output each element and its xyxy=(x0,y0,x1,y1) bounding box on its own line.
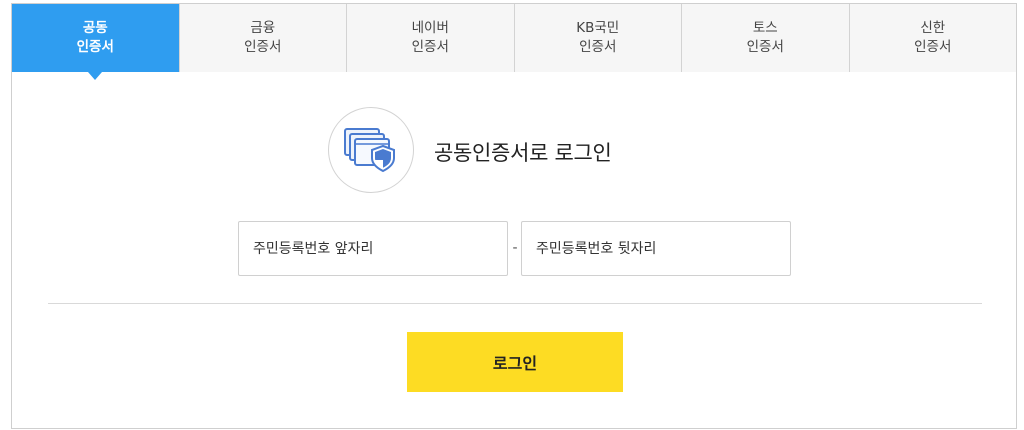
tab-label-line2: 인증서 xyxy=(244,39,282,55)
tab-label-line2: 인증서 xyxy=(746,39,784,55)
rrn-front-input[interactable] xyxy=(238,221,508,276)
tab-toss-certificate[interactable]: 토스 인증서 xyxy=(681,4,849,72)
certificate-tabs: 공동 인증서 금융 인증서 네이버 인증서 KB국민 인증서 토스 인증서 신한… xyxy=(12,4,1016,80)
tab-label-line2: 인증서 xyxy=(914,39,952,55)
tab-label-line1: 토스 xyxy=(752,20,778,36)
tab-label-line1: 신한 xyxy=(920,20,946,36)
certificate-shield-icon xyxy=(344,128,395,173)
login-title: 공동인증서로 로그인 xyxy=(434,141,612,165)
section-divider xyxy=(48,303,982,304)
tab-kb-certificate[interactable]: KB국민 인증서 xyxy=(513,4,681,72)
active-tab-pointer xyxy=(88,72,103,80)
rrn-separator: - xyxy=(512,240,518,256)
tab-label-line1: KB국민 xyxy=(576,20,620,36)
certificate-badge xyxy=(328,107,414,193)
tab-label-line2: 인증서 xyxy=(579,39,617,55)
tab-label-line1: 공동 xyxy=(82,20,108,36)
tab-shinhan-certificate[interactable]: 신한 인증서 xyxy=(848,4,1016,72)
tab-joint-certificate[interactable]: 공동 인증서 xyxy=(12,4,179,80)
tab-label-line1: 네이버 xyxy=(411,20,449,36)
certificate-login-panel: 공동 인증서 금융 인증서 네이버 인증서 KB국민 인증서 토스 인증서 신한… xyxy=(11,3,1017,429)
tab-label-line2: 인증서 xyxy=(76,39,114,55)
rrn-back-input[interactable] xyxy=(521,221,791,276)
tab-naver-certificate[interactable]: 네이버 인증서 xyxy=(346,4,514,72)
tab-label-line1: 금융 xyxy=(250,20,276,36)
login-button[interactable]: 로그인 xyxy=(407,332,623,392)
tab-financial-certificate[interactable]: 금융 인증서 xyxy=(178,4,346,72)
tab-label-line2: 인증서 xyxy=(411,39,449,55)
